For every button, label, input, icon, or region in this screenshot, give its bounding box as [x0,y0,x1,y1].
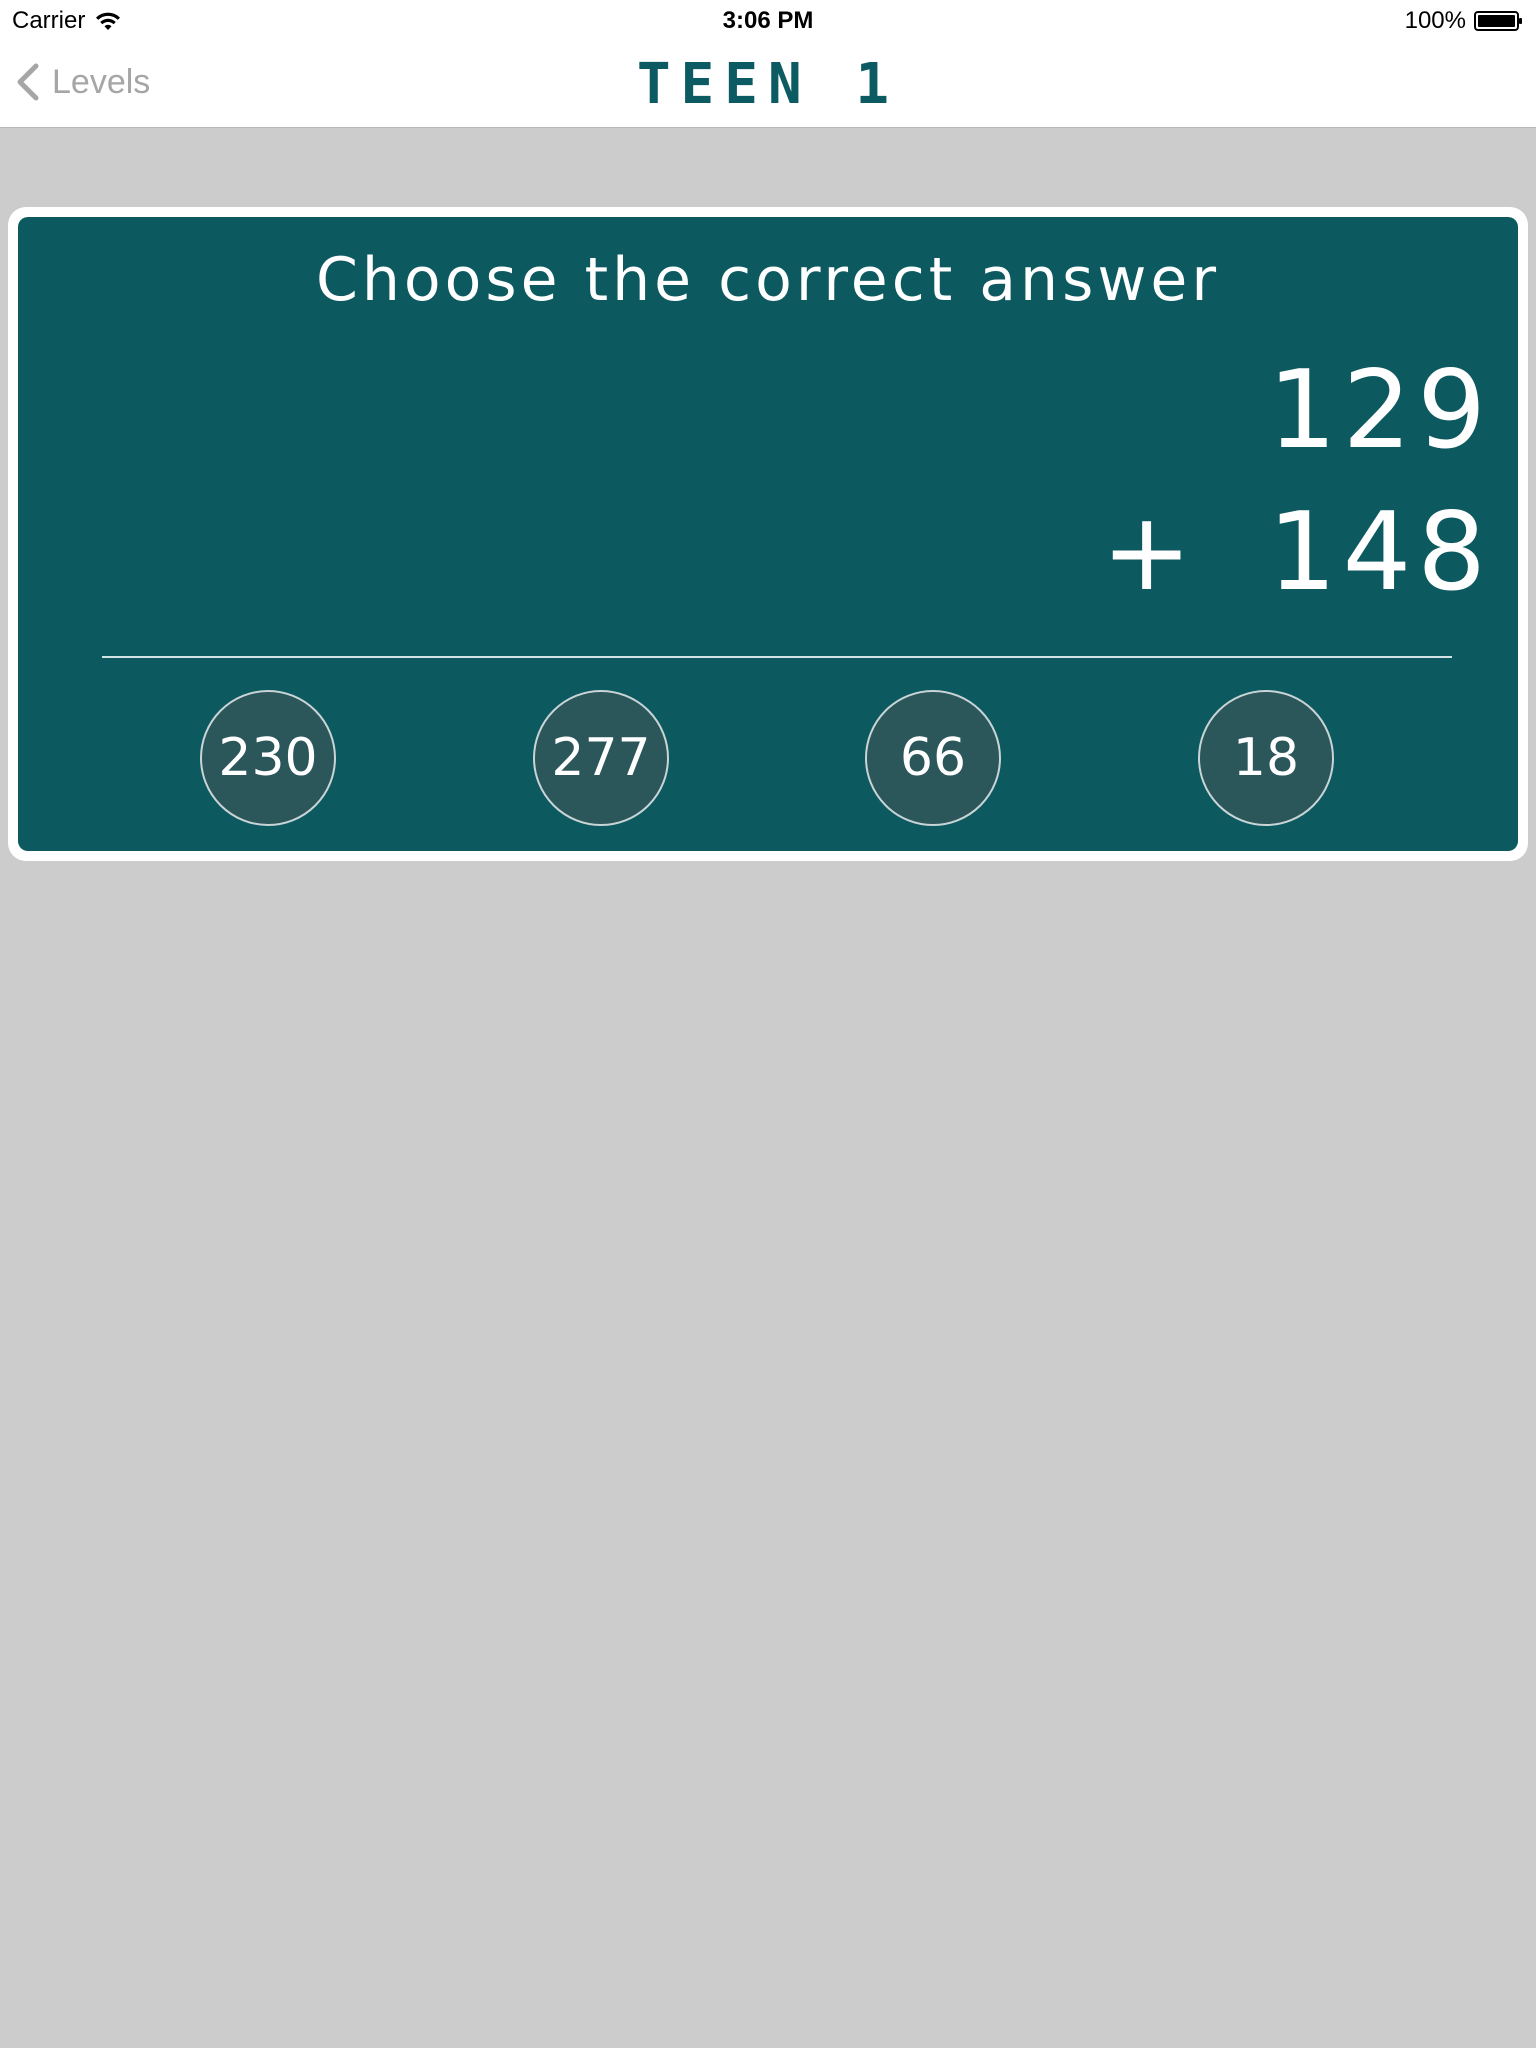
chalkboard: Choose the correct answer 129 + 148 230 … [18,217,1518,851]
question-card: Choose the correct answer 129 + 148 230 … [8,207,1528,861]
navigation-bar: Levels TEEN 1 [0,40,1536,128]
answer-button-2[interactable]: 277 [533,690,669,826]
answer-button-4[interactable]: 18 [1198,690,1334,826]
sum-divider-line [102,656,1452,658]
plus-operator: + [1101,490,1198,615]
question-prompt: Choose the correct answer [316,245,1220,315]
battery-percent: 100% [1404,7,1466,34]
answer-button-1[interactable]: 230 [200,690,336,826]
bottom-operand: 148 [1267,490,1492,615]
battery-status: 100% [1405,7,1524,35]
status-bar: Carrier 3:06 PM 100% [0,0,1536,40]
answer-button-3[interactable]: 66 [865,690,1001,826]
status-time: 3:06 PM [722,7,814,34]
page-title: TEEN 1 [636,52,900,117]
bottom-operand-row: + 148 [1101,499,1492,607]
battery-icon [1474,9,1524,33]
top-operand: 129 [1267,348,1492,473]
